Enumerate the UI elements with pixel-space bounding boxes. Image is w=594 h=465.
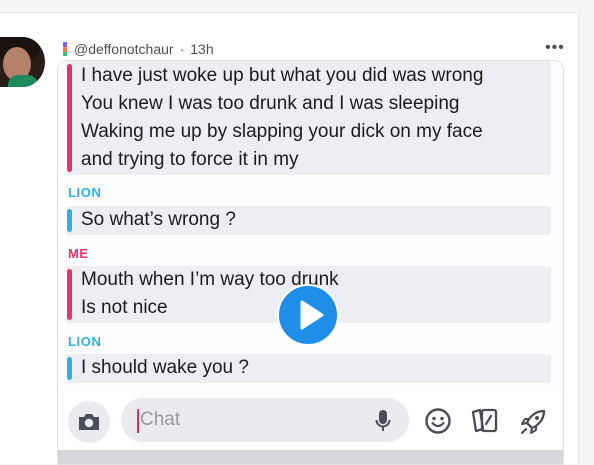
- message-line: Waking me up by slapping your dick on my…: [81, 121, 483, 142]
- play-button[interactable]: [277, 284, 339, 346]
- message-line: You knew I was too drunk and I was sleep…: [81, 93, 460, 114]
- camera-button[interactable]: [68, 401, 110, 443]
- play-icon: [300, 300, 324, 330]
- more-icon[interactable]: •••: [545, 39, 565, 57]
- rocket-icon[interactable]: [518, 407, 548, 437]
- sender-label: LION: [68, 334, 102, 349]
- emoji-icon[interactable]: [424, 407, 452, 435]
- avatar[interactable]: [0, 37, 45, 87]
- message-line: So what’s wrong ?: [81, 209, 236, 230]
- sender-label: LION: [68, 185, 102, 200]
- message-1: I have just woke up but what you did was…: [67, 61, 551, 175]
- sender-label: ME: [68, 246, 89, 261]
- video-bottom-strip: [58, 450, 563, 464]
- separator: ·: [179, 41, 185, 57]
- post-meta: @deffonotchaur · 13h: [62, 41, 214, 57]
- message-line: I have just woke up but what you did was…: [81, 65, 484, 86]
- timestamp[interactable]: 13h: [190, 41, 213, 57]
- badge-icon: [62, 42, 68, 56]
- video-embed[interactable]: I have just woke up but what you did was…: [57, 60, 564, 465]
- chat-placeholder: Chat: [140, 409, 181, 430]
- chat-bar: Chat: [58, 393, 563, 449]
- camera-icon: [79, 414, 99, 430]
- username[interactable]: @deffonotchaur: [74, 41, 174, 57]
- chat-input[interactable]: Chat: [121, 398, 409, 442]
- stickers-icon[interactable]: [470, 407, 500, 435]
- message-4: I should wake you ?: [67, 354, 551, 383]
- text-caret: [137, 409, 139, 433]
- microphone-icon[interactable]: [375, 409, 391, 433]
- message-line: and trying to force it in my: [81, 149, 299, 170]
- message-2: So what’s wrong ?: [67, 206, 551, 235]
- message-line: I should wake you ?: [81, 357, 249, 378]
